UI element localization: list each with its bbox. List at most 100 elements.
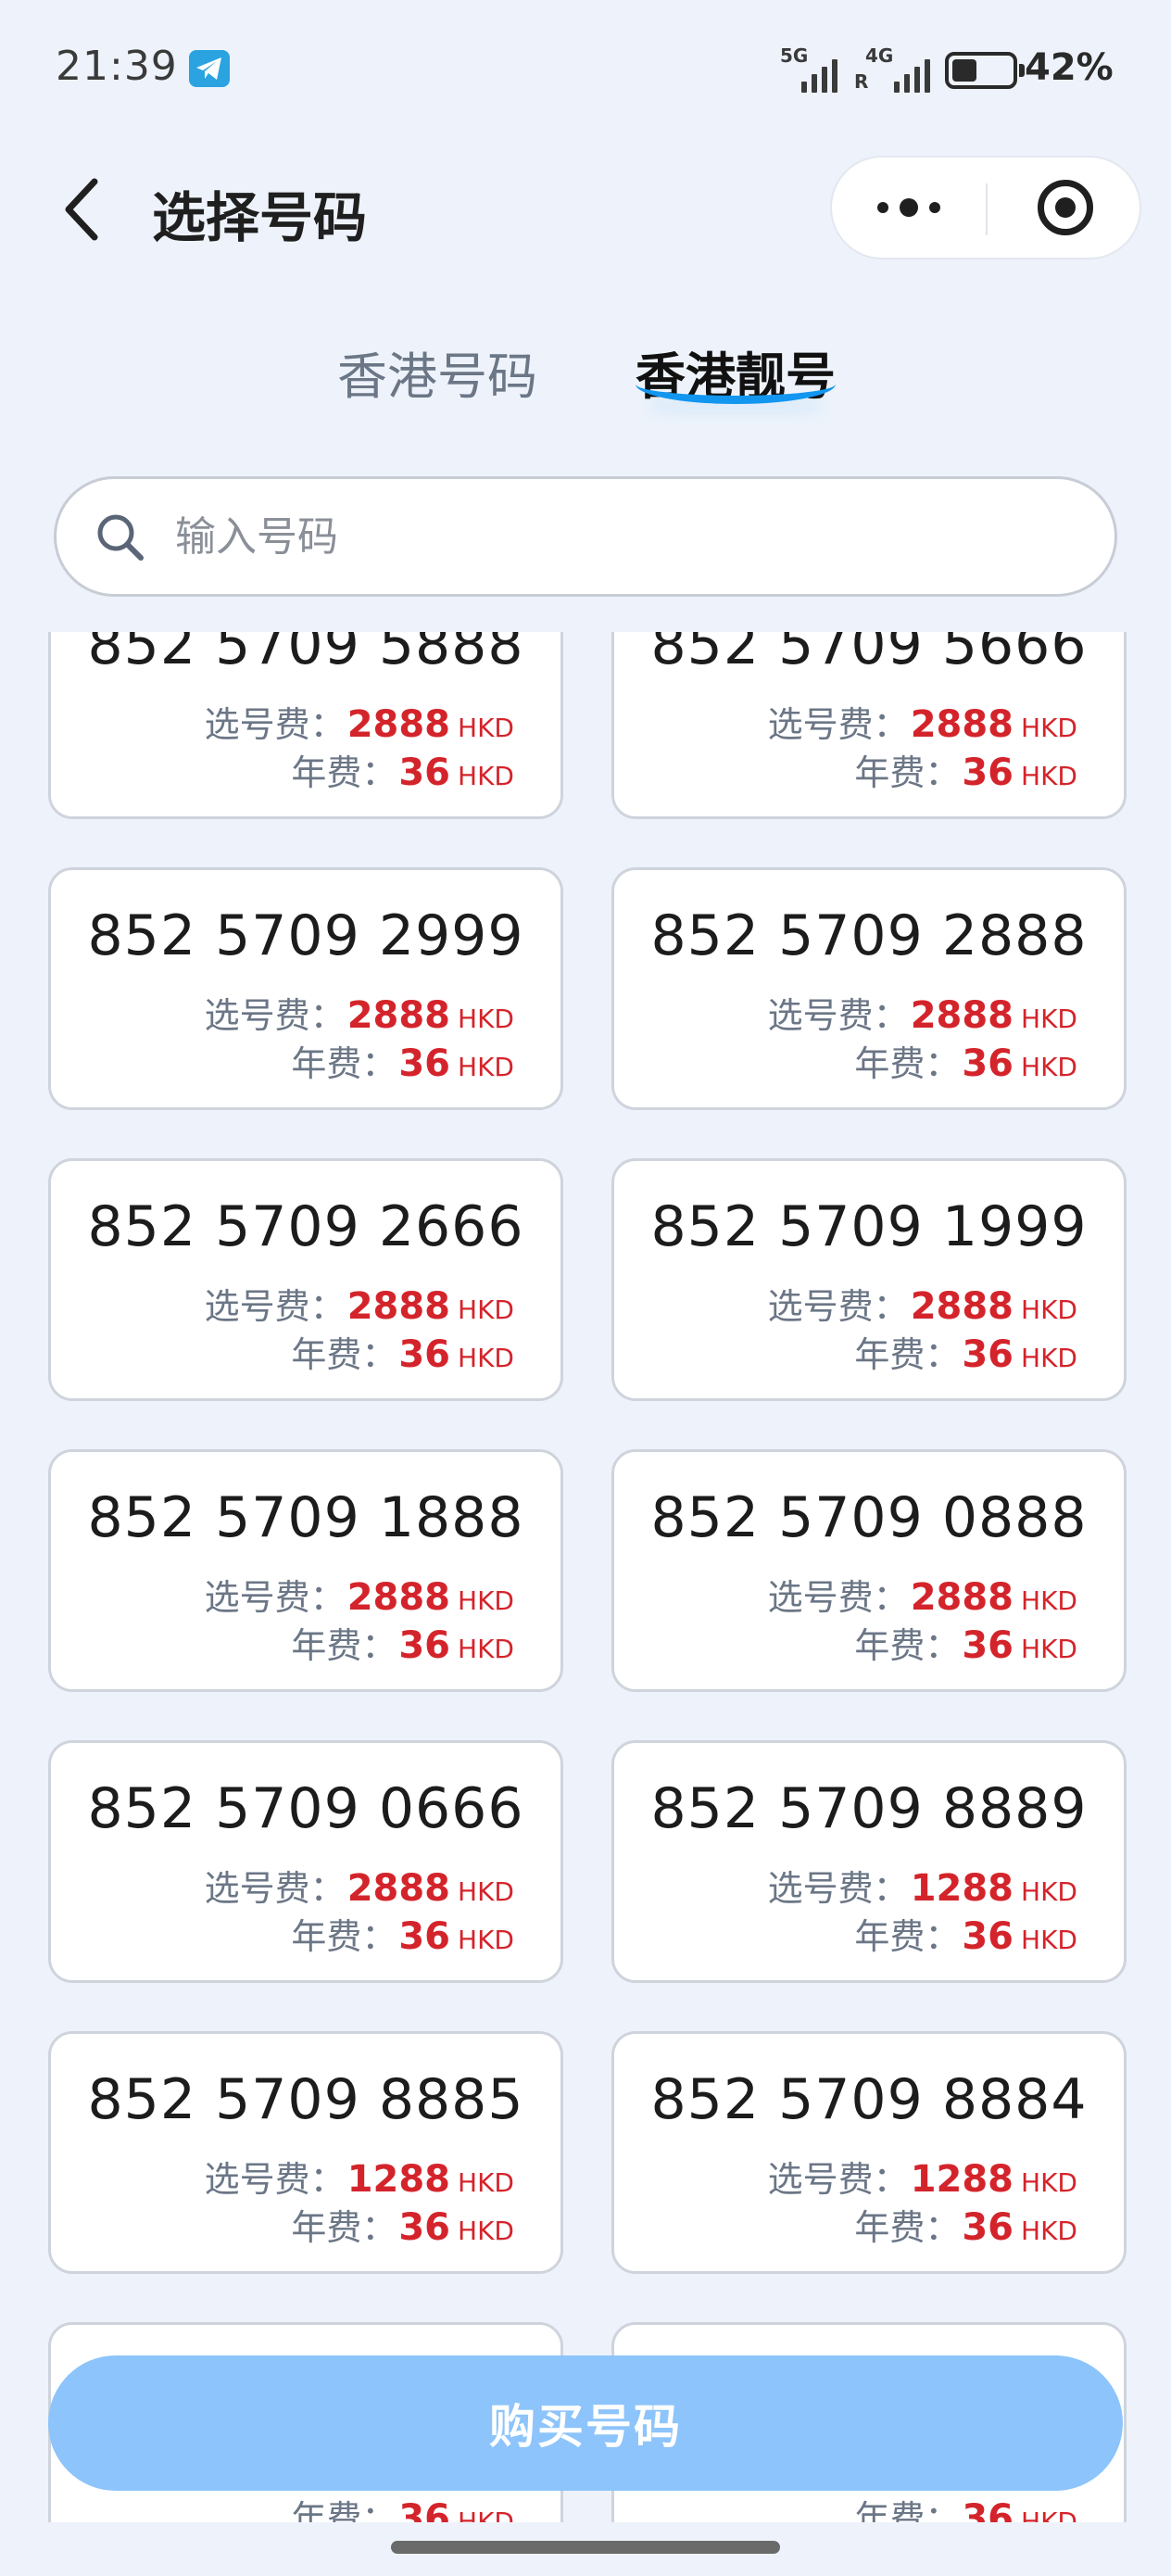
more-button[interactable] (832, 158, 986, 258)
currency-unit: HKD (458, 1925, 514, 1955)
number-card[interactable]: 852 5709 0888 选号费： 2888 HKD 年费： 36 HKD (611, 1449, 1127, 1692)
select-fee-label: 选号费： (204, 1286, 346, 1327)
annual-fee-row: 年费： 36 HKD (854, 1908, 1077, 1959)
select-fee-value: 2888 (910, 1285, 1014, 1328)
number-card[interactable]: 852 5709 0666 选号费： 2888 HKD 年费： 36 HKD (48, 1740, 563, 1983)
select-fee-label: 选号费： (204, 704, 346, 745)
annual-fee-value: 36 (962, 1624, 1014, 1667)
status-bar: 21:39 5G 4G R 42% (0, 0, 1171, 139)
annual-fee-label: 年费： (854, 752, 961, 793)
select-fee-row: 选号费： 2888 HKD (768, 987, 1077, 1038)
number-card[interactable]: 852 5709 5666 选号费： 2888 HKD 年费： 36 HKD (611, 632, 1127, 819)
annual-fee-label: 年费： (291, 1043, 397, 1084)
annual-fee-row: 年费： 36 HKD (854, 744, 1077, 795)
select-fee-row: 选号费： 1288 HKD (768, 2151, 1077, 2202)
currency-unit: HKD (1021, 2507, 1077, 2522)
currency-unit: HKD (458, 713, 514, 743)
phone-number: 852 5709 2999 (87, 903, 524, 968)
annual-fee-row: 年费： 36 HKD (291, 2199, 514, 2250)
annual-fee-label: 年费： (854, 1916, 961, 1957)
phone-number: 852 5709 0666 (87, 1776, 524, 1841)
more-dots-icon (877, 202, 888, 213)
network-4g-icon: 4G R (854, 44, 930, 96)
tab-hk-number[interactable]: 香港号码 (337, 335, 537, 409)
annual-fee-value: 36 (398, 2206, 451, 2249)
phone-number: 852 5709 0888 (650, 1485, 1088, 1550)
phone-number: 852 5709 5888 (87, 632, 524, 677)
number-card[interactable]: 852 5709 1888 选号费： 2888 HKD 年费： 36 HKD (48, 1449, 563, 1692)
annual-fee-label: 年费： (291, 752, 397, 793)
currency-unit: HKD (1021, 1294, 1077, 1325)
number-card[interactable]: 852 5709 1999 选号费： 2888 HKD 年费： 36 HKD (611, 1158, 1127, 1401)
currency-unit: HKD (458, 2167, 514, 2198)
annual-fee-row: 年费： 36 HKD (291, 1908, 514, 1959)
select-fee-row: 选号费： 2888 HKD (205, 696, 514, 747)
select-fee-row: 选号费： 2888 HKD (205, 987, 514, 1038)
select-fee-label: 选号费： (767, 704, 909, 745)
annual-fee-label: 年费： (291, 2207, 397, 2248)
currency-unit: HKD (1021, 1343, 1077, 1373)
phone-number: 852 5709 2666 (87, 1194, 524, 1259)
phone-number: 852 5709 8884 (650, 2067, 1088, 2132)
annual-fee-label: 年费： (854, 2207, 961, 2248)
select-fee-row: 选号费： 2888 HKD (205, 1860, 514, 1911)
phone-number: 852 5709 8885 (87, 2067, 524, 2132)
close-mini-program-button[interactable] (989, 158, 1141, 258)
select-fee-value: 2888 (346, 1867, 451, 1910)
number-card[interactable]: 852 5709 8884 选号费： 1288 HKD 年费： 36 HKD (611, 2031, 1127, 2274)
number-card[interactable]: 852 5709 2666 选号费： 2888 HKD 年费： 36 HKD (48, 1158, 563, 1401)
currency-unit: HKD (458, 1052, 514, 1082)
annual-fee-row: 年费： 36 HKD (291, 1617, 514, 1668)
select-fee-label: 选号费： (204, 1868, 346, 1909)
select-fee-row: 选号费： 2888 HKD (768, 696, 1077, 747)
annual-fee-row: 年费： 36 HKD (854, 1326, 1077, 1377)
select-fee-label: 选号费： (767, 2159, 909, 2200)
select-fee-value: 2888 (346, 703, 451, 746)
currency-unit: HKD (458, 2216, 514, 2246)
annual-fee-value: 36 (962, 1915, 1014, 1958)
currency-unit: HKD (1021, 1634, 1077, 1664)
annual-fee-value: 36 (398, 2497, 451, 2522)
annual-fee-row: 年费： 36 HKD (854, 1617, 1077, 1668)
select-fee-label: 选号费： (767, 1286, 909, 1327)
battery-percent: 42% (1025, 46, 1114, 89)
battery-fill (952, 59, 977, 82)
annual-fee-value: 36 (398, 1915, 451, 1958)
search-icon (97, 514, 144, 561)
home-indicator[interactable] (391, 2541, 780, 2554)
battery-icon (945, 52, 1025, 89)
select-fee-row: 选号费： 2888 HKD (768, 1278, 1077, 1329)
number-card[interactable]: 852 5709 2999 选号费： 2888 HKD 年费： 36 HKD (48, 867, 563, 1110)
back-button[interactable] (57, 176, 109, 243)
search-input[interactable] (175, 499, 1083, 574)
number-card[interactable]: 852 5709 5888 选号费： 2888 HKD 年费： 36 HKD (48, 632, 563, 819)
select-fee-row: 选号费： 2888 HKD (768, 1569, 1077, 1620)
annual-fee-row: 年费： 36 HKD (854, 2490, 1077, 2522)
number-card[interactable]: 852 5709 2888 选号费： 2888 HKD 年费： 36 HKD (611, 867, 1127, 1110)
select-fee-value: 1288 (346, 2158, 451, 2201)
currency-unit: HKD (1021, 713, 1077, 743)
annual-fee-label: 年费： (291, 1334, 397, 1375)
annual-fee-label: 年费： (291, 1625, 397, 1666)
currency-unit: HKD (458, 2507, 514, 2522)
number-card[interactable]: 852 5709 8889 选号费： 1288 HKD 年费： 36 HKD (611, 1740, 1127, 1983)
annual-fee-value: 36 (962, 751, 1014, 794)
number-card[interactable]: 852 5709 8885 选号费： 1288 HKD 年费： 36 HKD (48, 2031, 563, 2274)
buy-number-button[interactable]: 购买号码 (48, 2355, 1123, 2491)
search-bar[interactable] (54, 476, 1117, 597)
number-list: 852 5709 5888 选号费： 2888 HKD 年费： 36 HKD 8… (0, 632, 1171, 2522)
currency-unit: HKD (1021, 1585, 1077, 1616)
select-fee-label: 选号费： (767, 1577, 909, 1618)
annual-fee-row: 年费： 36 HKD (291, 1326, 514, 1377)
phone-number: 852 5709 5666 (650, 632, 1088, 677)
annual-fee-value: 36 (962, 1333, 1014, 1376)
annual-fee-row: 年费： 36 HKD (291, 744, 514, 795)
annual-fee-label: 年费： (854, 2498, 961, 2522)
currency-unit: HKD (458, 1585, 514, 1616)
currency-unit: HKD (1021, 1052, 1077, 1082)
annual-fee-value: 36 (398, 1333, 451, 1376)
annual-fee-row: 年费： 36 HKD (854, 2199, 1077, 2250)
select-fee-label: 选号费： (204, 1577, 346, 1618)
select-fee-label: 选号费： (204, 2159, 346, 2200)
phone-number: 852 5709 1888 (87, 1485, 524, 1550)
